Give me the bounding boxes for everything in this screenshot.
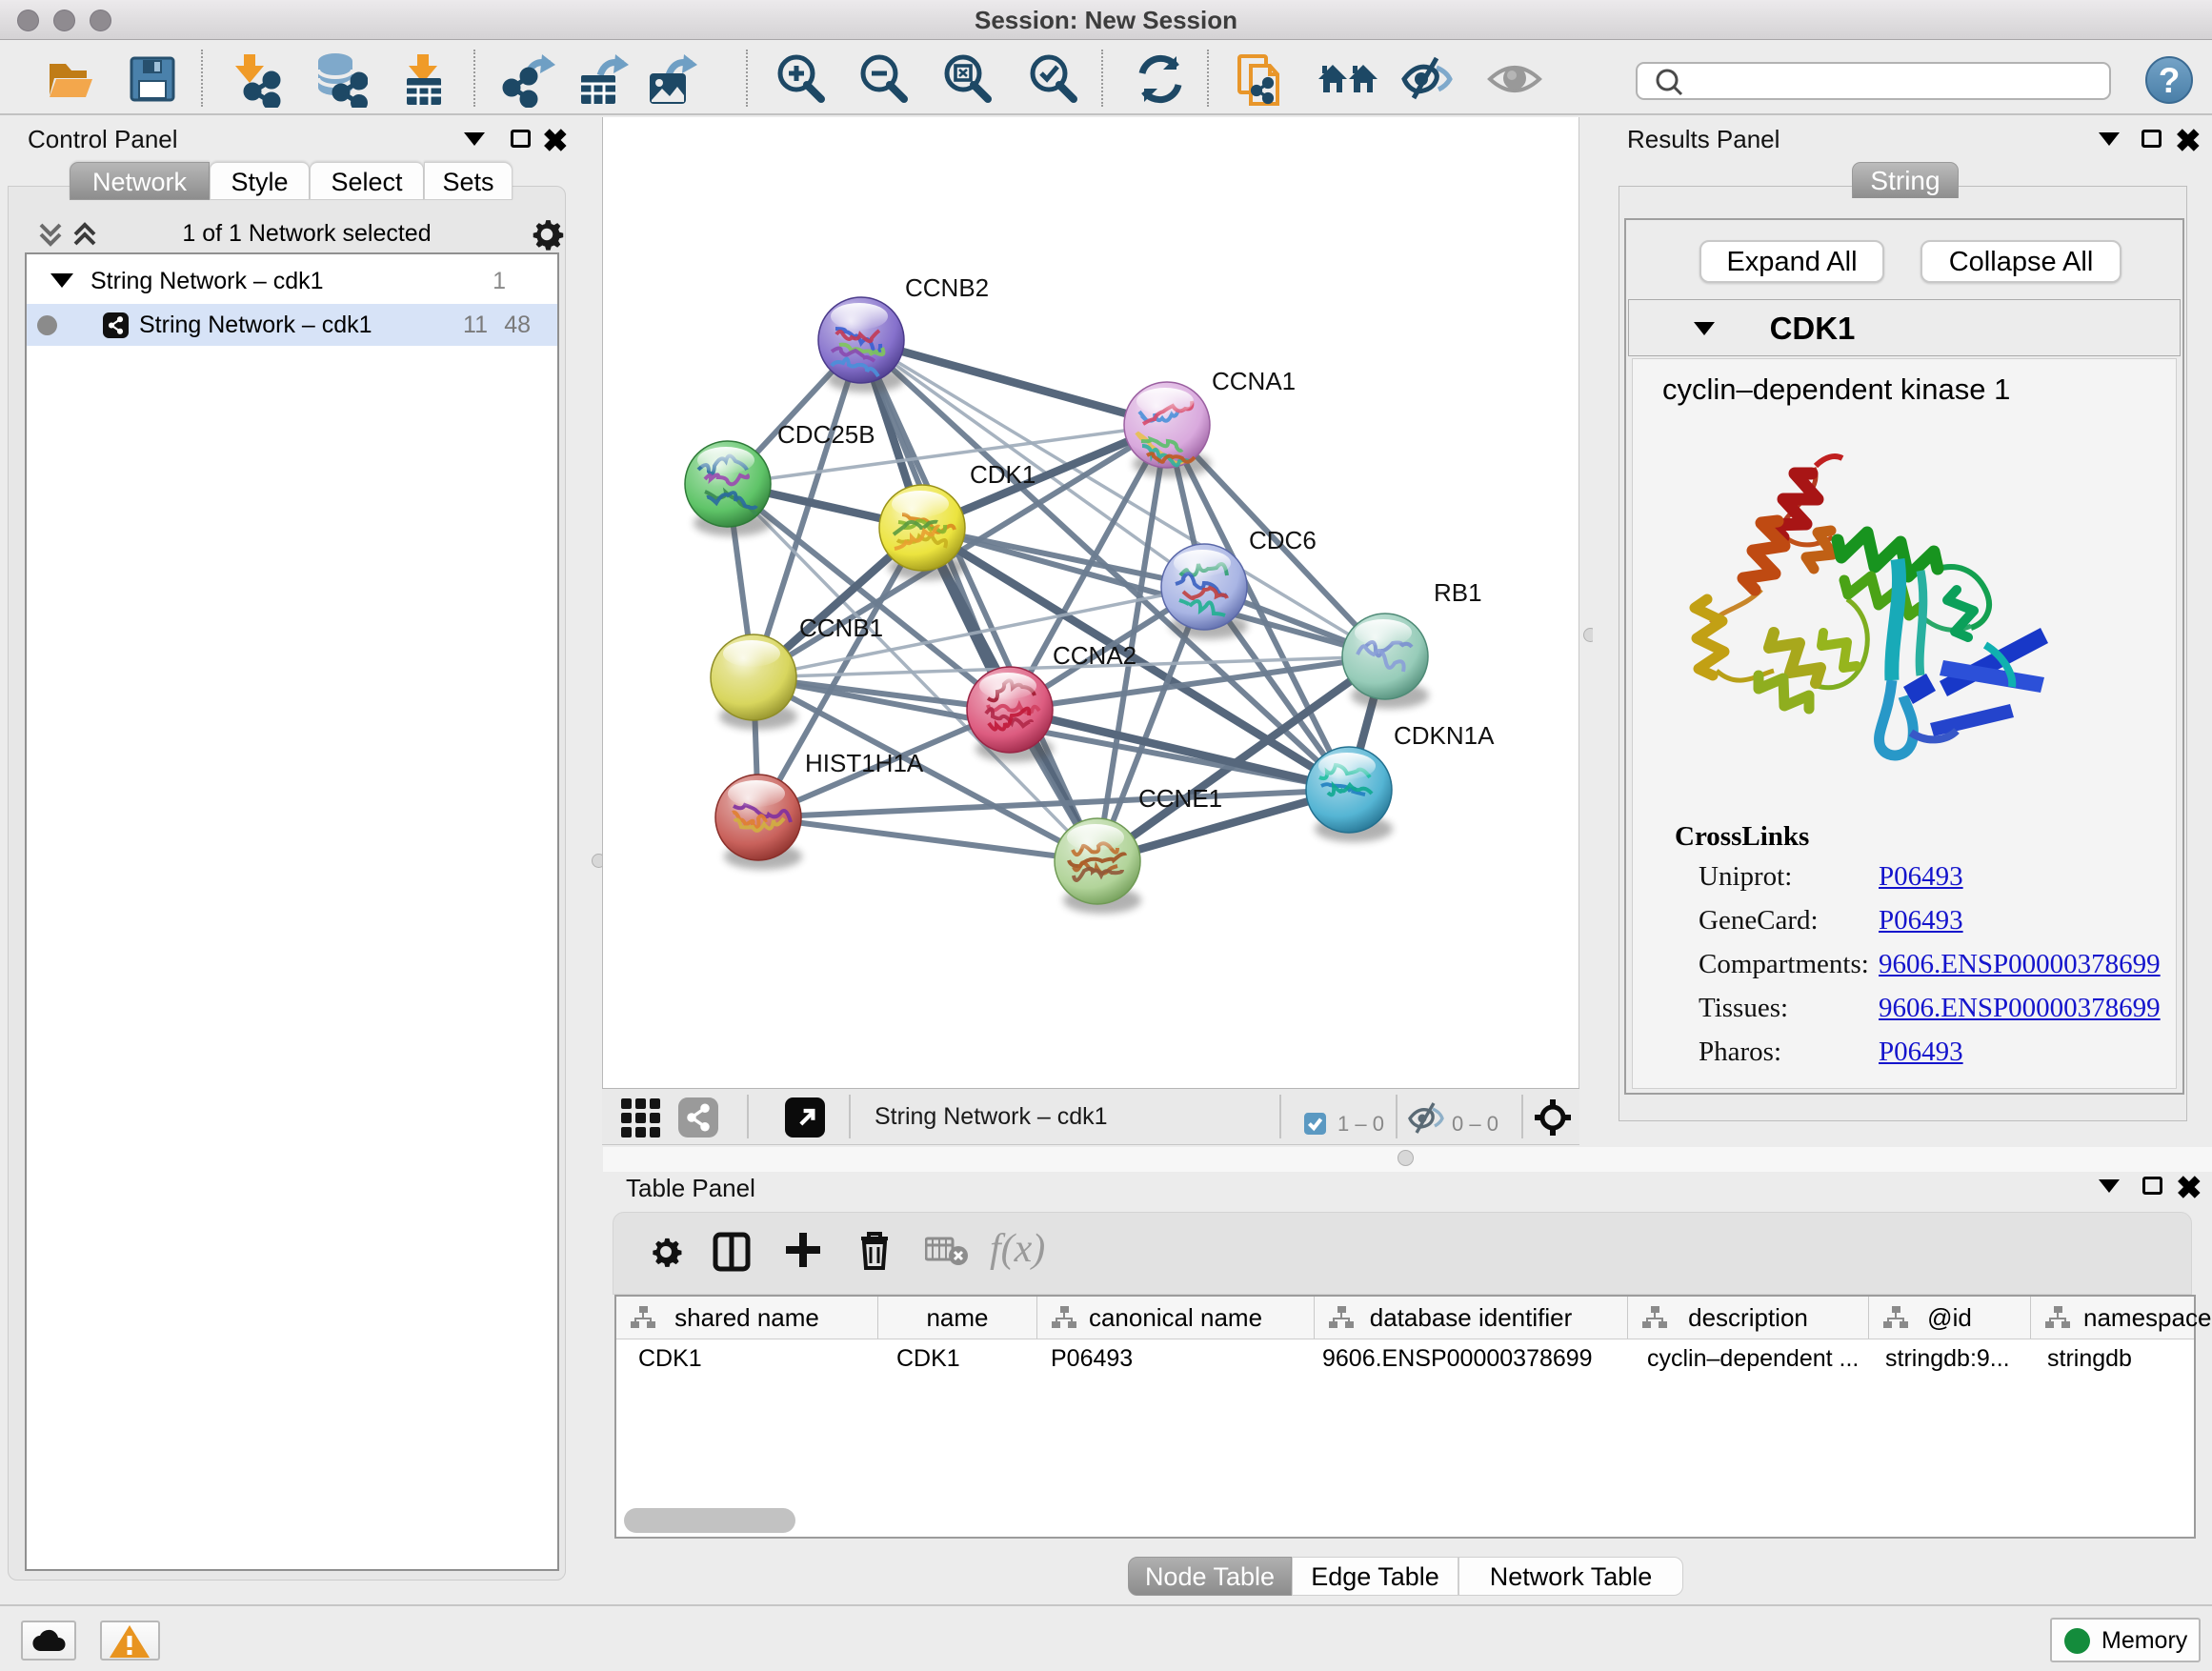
svg-text:CCNB1: CCNB1: [799, 614, 883, 642]
svg-text:RB1: RB1: [1434, 578, 1482, 607]
svg-text:CCNB2: CCNB2: [905, 273, 989, 302]
svg-text:CCNA2: CCNA2: [1053, 641, 1136, 670]
svg-text:CDK1: CDK1: [970, 460, 1036, 489]
svg-text:CDC6: CDC6: [1249, 526, 1317, 554]
svg-text:CDC25B: CDC25B: [777, 420, 875, 449]
svg-text:CCNA1: CCNA1: [1212, 367, 1296, 395]
svg-text:CDKN1A: CDKN1A: [1394, 721, 1495, 750]
svg-text:HIST1H1A: HIST1H1A: [805, 749, 924, 777]
svg-text:CCNE1: CCNE1: [1138, 784, 1222, 813]
